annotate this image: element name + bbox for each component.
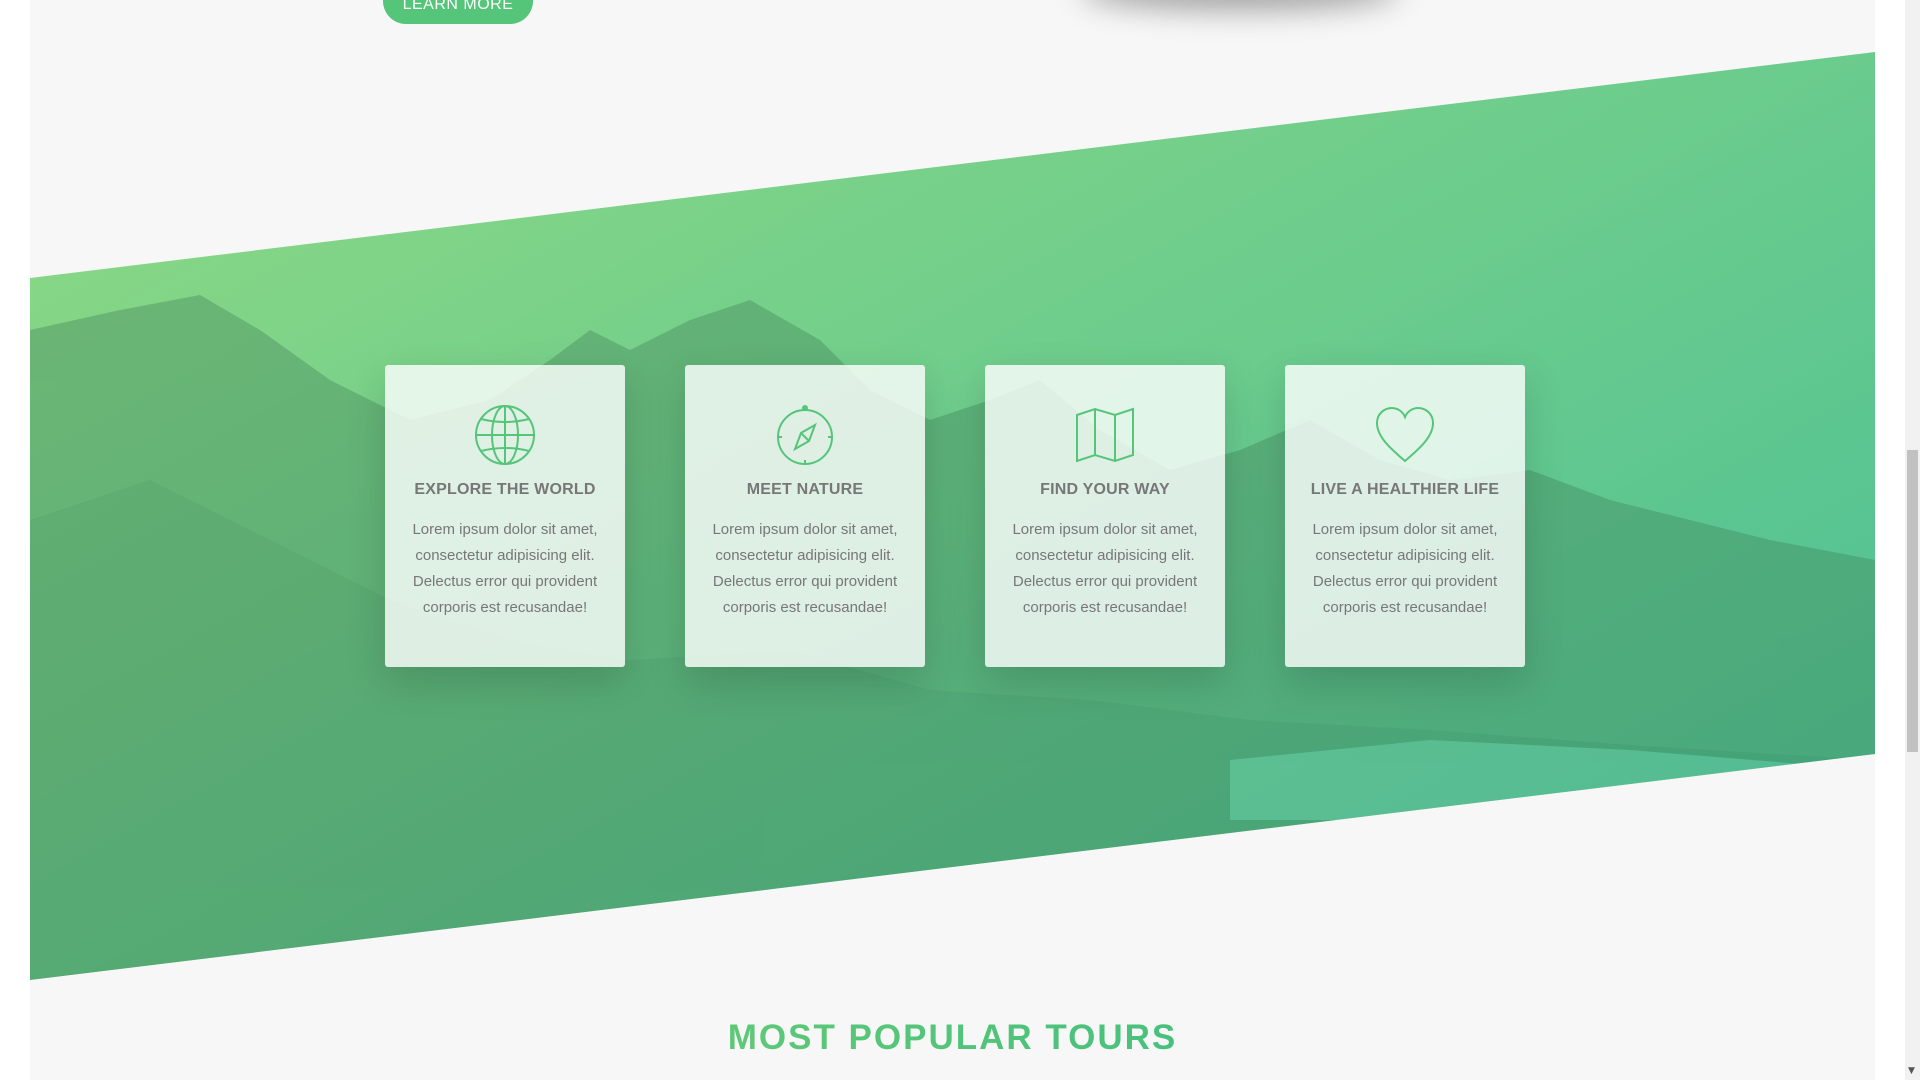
feature-title: MEET NATURE (746, 481, 864, 498)
feature-box-healthier: LIVE A HEALTHIER LIFE Lorem ipsum dolor … (1285, 365, 1525, 667)
feature-text: Lorem ipsum dolor sit amet, consectetur … (412, 521, 598, 616)
feature-box-find-way: FIND YOUR WAY Lorem ipsum dolor sit amet… (985, 365, 1225, 667)
page-content: LEARN MORE EXPLORE THE WORLD Lorem ipsum… (30, 0, 1875, 1080)
heart-icon (1373, 403, 1437, 467)
learn-more-button[interactable]: LEARN MORE (383, 0, 533, 24)
compass-icon (773, 403, 837, 467)
map-icon (1073, 403, 1137, 467)
vertical-scrollbar[interactable]: ▼ (1905, 0, 1920, 1080)
feature-text: Lorem ipsum dolor sit amet, consectetur … (1012, 521, 1198, 616)
feature-title: FIND YOUR WAY (1040, 481, 1170, 498)
feature-title: EXPLORE THE WORLD (414, 481, 596, 498)
tours-section-heading: MOST POPULAR TOURS (30, 1018, 1875, 1058)
feature-box-nature: MEET NATURE Lorem ipsum dolor sit amet, … (685, 365, 925, 667)
page-right-margin (1875, 0, 1905, 1080)
feature-text: Lorem ipsum dolor sit amet, consectetur … (1312, 521, 1498, 616)
feature-text: Lorem ipsum dolor sit amet, consectetur … (712, 521, 898, 616)
mountains-background-image (30, 0, 1875, 1000)
page-left-margin (0, 0, 30, 1080)
globe-icon (473, 403, 537, 467)
feature-box-explore: EXPLORE THE WORLD Lorem ipsum dolor sit … (385, 365, 625, 667)
scroll-down-arrow-icon[interactable]: ▼ (1908, 1066, 1915, 1076)
feature-title: LIVE A HEALTHIER LIFE (1310, 481, 1500, 498)
scrollbar-thumb[interactable] (1907, 450, 1918, 752)
